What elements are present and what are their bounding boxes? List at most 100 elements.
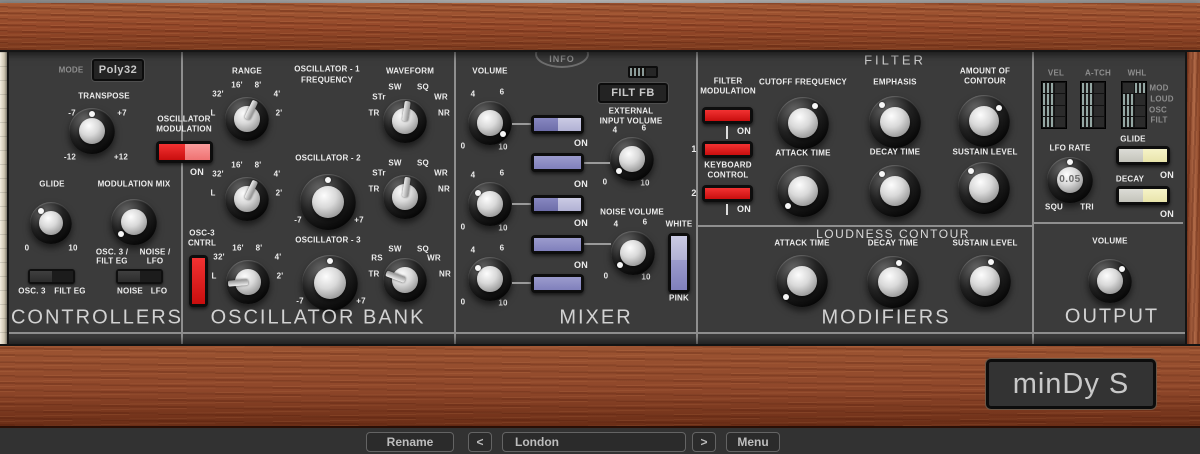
vel-routing-matrix[interactable] bbox=[1042, 82, 1066, 128]
divider bbox=[9, 332, 1185, 334]
filter-attack-knob[interactable] bbox=[777, 165, 829, 217]
cutoff-frequency-knob[interactable] bbox=[777, 97, 829, 149]
keyboard-control-1-switch[interactable] bbox=[702, 141, 753, 158]
knob-indicator bbox=[616, 168, 622, 174]
wood-panel-top bbox=[0, 3, 1200, 52]
osc2-volume-knob[interactable] bbox=[468, 182, 512, 226]
tick-label: -7 bbox=[296, 297, 304, 306]
section-title-controllers: CONTROLLERS bbox=[11, 307, 183, 330]
tick-label: 32' bbox=[212, 170, 223, 179]
osc3-cntrl-label: OSC-3 bbox=[189, 229, 214, 238]
knob-indicator bbox=[38, 208, 44, 214]
preset-name-field[interactable]: London bbox=[502, 432, 686, 452]
transpose-knob[interactable] bbox=[69, 108, 115, 154]
osc3-waveform-knob[interactable] bbox=[383, 258, 427, 302]
osc2-range-knob[interactable] bbox=[225, 177, 269, 221]
section-title-output: OUTPUT bbox=[1065, 306, 1159, 329]
external-input-switch[interactable] bbox=[531, 153, 584, 172]
tick-label: L bbox=[210, 109, 215, 118]
osc3-frequency-knob[interactable] bbox=[302, 255, 358, 311]
tick-label: L bbox=[210, 189, 215, 198]
connector-line bbox=[584, 243, 611, 245]
tick-label: 2' bbox=[277, 272, 284, 281]
knob-indicator bbox=[785, 203, 791, 209]
connector-line bbox=[512, 203, 531, 205]
on-label: ON bbox=[1160, 209, 1174, 219]
filter-sustain-label: SUSTAIN LEVEL bbox=[952, 148, 1017, 157]
knob-indicator bbox=[1067, 159, 1073, 165]
filter-mod-label: MODULATION bbox=[700, 87, 756, 96]
divider bbox=[181, 52, 183, 344]
oscillator-modulation-switch[interactable] bbox=[156, 141, 213, 163]
tick-label: 16' bbox=[231, 161, 242, 170]
osc2-frequency-knob[interactable] bbox=[300, 174, 356, 230]
tick-label: WR bbox=[434, 93, 448, 102]
filter-attack-label: ATTACK TIME bbox=[775, 149, 830, 158]
wheel-routing-matrix[interactable] bbox=[1122, 82, 1146, 128]
osc1-volume-knob[interactable] bbox=[468, 101, 512, 145]
next-preset-button[interactable]: > bbox=[692, 432, 716, 452]
kb-control-label: KEYBOARD bbox=[704, 161, 751, 170]
filter-decay-knob[interactable] bbox=[869, 165, 921, 217]
noise-switch[interactable] bbox=[531, 235, 584, 254]
osc1-range-knob[interactable] bbox=[225, 97, 269, 141]
output-volume-knob[interactable] bbox=[1088, 259, 1132, 303]
logo-text: minDy S bbox=[1013, 368, 1130, 401]
loudness-decay-knob[interactable] bbox=[867, 256, 919, 308]
noise-volume-knob[interactable] bbox=[611, 231, 655, 275]
noise-lfo-toggle[interactable] bbox=[116, 269, 163, 284]
glide-knob[interactable] bbox=[30, 202, 72, 244]
osc1-waveform-knob[interactable] bbox=[383, 99, 427, 143]
aftertouch-routing-matrix[interactable] bbox=[1081, 82, 1105, 128]
matrix-row-label: OSC bbox=[1149, 106, 1167, 115]
external-input-volume-knob[interactable] bbox=[610, 137, 654, 181]
tick-label: TR bbox=[368, 109, 379, 118]
osc1-mixer-switch[interactable] bbox=[531, 115, 584, 134]
osc2-waveform-knob[interactable] bbox=[383, 175, 427, 219]
divider bbox=[1032, 52, 1034, 344]
white-pink-noise-switch[interactable] bbox=[668, 233, 690, 293]
mode-selector[interactable]: Poly32 bbox=[92, 59, 144, 81]
tick-label: OSC. 3 / bbox=[96, 248, 128, 257]
loudness-sustain-knob[interactable] bbox=[959, 255, 1011, 307]
menu-button[interactable]: Menu bbox=[726, 432, 780, 452]
matrix-row-label: FILT bbox=[1150, 116, 1167, 125]
on-label: ON bbox=[737, 204, 751, 214]
osc3-volume-knob[interactable] bbox=[468, 257, 512, 301]
knob-indicator bbox=[968, 168, 974, 174]
osc3-mixer-switch[interactable] bbox=[531, 274, 584, 293]
osc2-mixer-switch[interactable] bbox=[531, 195, 584, 214]
tick-label: NR bbox=[439, 270, 451, 279]
on-label: ON bbox=[574, 179, 588, 189]
decay-switch[interactable] bbox=[1116, 186, 1170, 205]
filter-feedback-display[interactable]: FILT FB bbox=[598, 83, 668, 103]
rename-button[interactable]: Rename bbox=[366, 432, 454, 452]
emphasis-knob[interactable] bbox=[869, 96, 921, 148]
tick-label: 0 bbox=[461, 142, 466, 151]
keyboard-control-2-switch[interactable] bbox=[702, 185, 753, 202]
tick-label: NR bbox=[438, 109, 450, 118]
amount-of-contour-knob[interactable] bbox=[958, 95, 1010, 147]
lfo-rate-knob[interactable]: 0.05 bbox=[1047, 157, 1093, 203]
filter-sustain-knob[interactable] bbox=[958, 162, 1010, 214]
osc3-filteg-toggle[interactable] bbox=[28, 269, 75, 284]
divider bbox=[454, 52, 456, 344]
tick-label: 6 bbox=[500, 244, 505, 253]
modulation-mix-knob[interactable] bbox=[111, 199, 157, 245]
osc3-range-knob[interactable] bbox=[226, 260, 270, 304]
filter-feedback-switch[interactable] bbox=[628, 66, 658, 78]
ext-input-label: INPUT VOLUME bbox=[600, 117, 663, 126]
glide-switch[interactable] bbox=[1116, 146, 1170, 165]
filter-modulation-switch[interactable] bbox=[702, 107, 753, 124]
toggle-label: LFO bbox=[151, 287, 168, 296]
on-label: ON bbox=[574, 218, 588, 228]
transpose-label: TRANSPOSE bbox=[78, 92, 130, 101]
loudness-attack-knob[interactable] bbox=[776, 255, 828, 307]
tick-label: 4' bbox=[274, 170, 281, 179]
osc3-control-switch[interactable] bbox=[189, 255, 208, 307]
tick-label: 10 bbox=[640, 179, 649, 188]
tick-label: 32' bbox=[212, 90, 223, 99]
tick-label: 4' bbox=[274, 90, 281, 99]
previous-preset-button[interactable]: < bbox=[468, 432, 492, 452]
tick-label: 4 bbox=[471, 171, 476, 180]
